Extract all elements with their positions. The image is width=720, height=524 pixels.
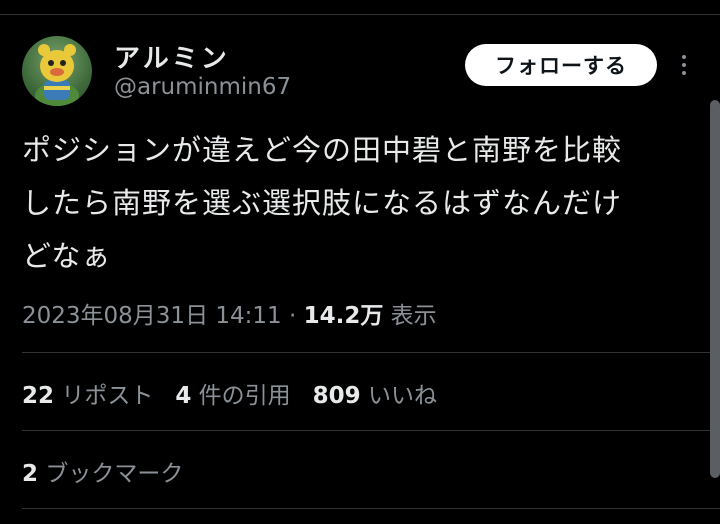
scrollbar[interactable] [710,100,720,478]
avatar[interactable] [22,36,92,106]
tweet-line: したら南野を選ぶ選択肢になるはずなんだけ [22,186,623,220]
top-divider [0,14,720,15]
bookmarks-label: ブックマーク [45,461,184,487]
reposts-label: リポスト [61,383,154,409]
avatar-image [35,44,79,106]
quotes-stat[interactable]: 4 件の引用 [175,383,290,409]
reposts-stat[interactable]: 22 リポスト [22,383,153,409]
tweet-timestamp[interactable]: 2023年08月31日 14:11 [22,303,282,329]
reposts-count: 22 [22,383,55,409]
tweet-meta: 2023年08月31日 14:11 · 14.2万 表示 [22,296,437,330]
divider [22,508,720,509]
dot [682,55,686,59]
divider [22,430,720,431]
user-handle[interactable]: @aruminmin67 [114,74,291,100]
tweet-line: ポジションが違えど今の田中碧と南野を比較 [22,133,623,167]
tweet-text: ポジションが違えど今の田中碧と南野を比較 したら南野を選ぶ選択肢になるはずなんだ… [22,124,702,283]
bookmarks-count: 2 [22,461,39,487]
bookmarks-stat[interactable]: 2 ブックマーク [22,454,183,488]
tweet-detail: アルミン @aruminmin67 フォローする ポジションが違えど今の田中碧と… [0,0,720,524]
quotes-count: 4 [175,383,192,409]
dot [682,71,686,75]
more-vertical-icon[interactable] [670,50,698,80]
views-count: 14.2万 [303,303,384,329]
views-label: 表示 [390,303,437,329]
display-name[interactable]: アルミン [114,38,230,75]
likes-stat[interactable]: 809 いいね [313,383,437,409]
meta-separator: · [288,303,297,329]
tweet-line: どなぁ [22,239,112,273]
divider [22,352,720,353]
likes-count: 809 [312,383,361,409]
follow-button[interactable]: フォローする [465,44,657,86]
likes-label: いいね [367,383,437,409]
quotes-label: 件の引用 [198,383,291,409]
engagement-stats: 22 リポスト 4 件の引用 809 いいね [22,376,437,410]
dot [682,63,686,67]
